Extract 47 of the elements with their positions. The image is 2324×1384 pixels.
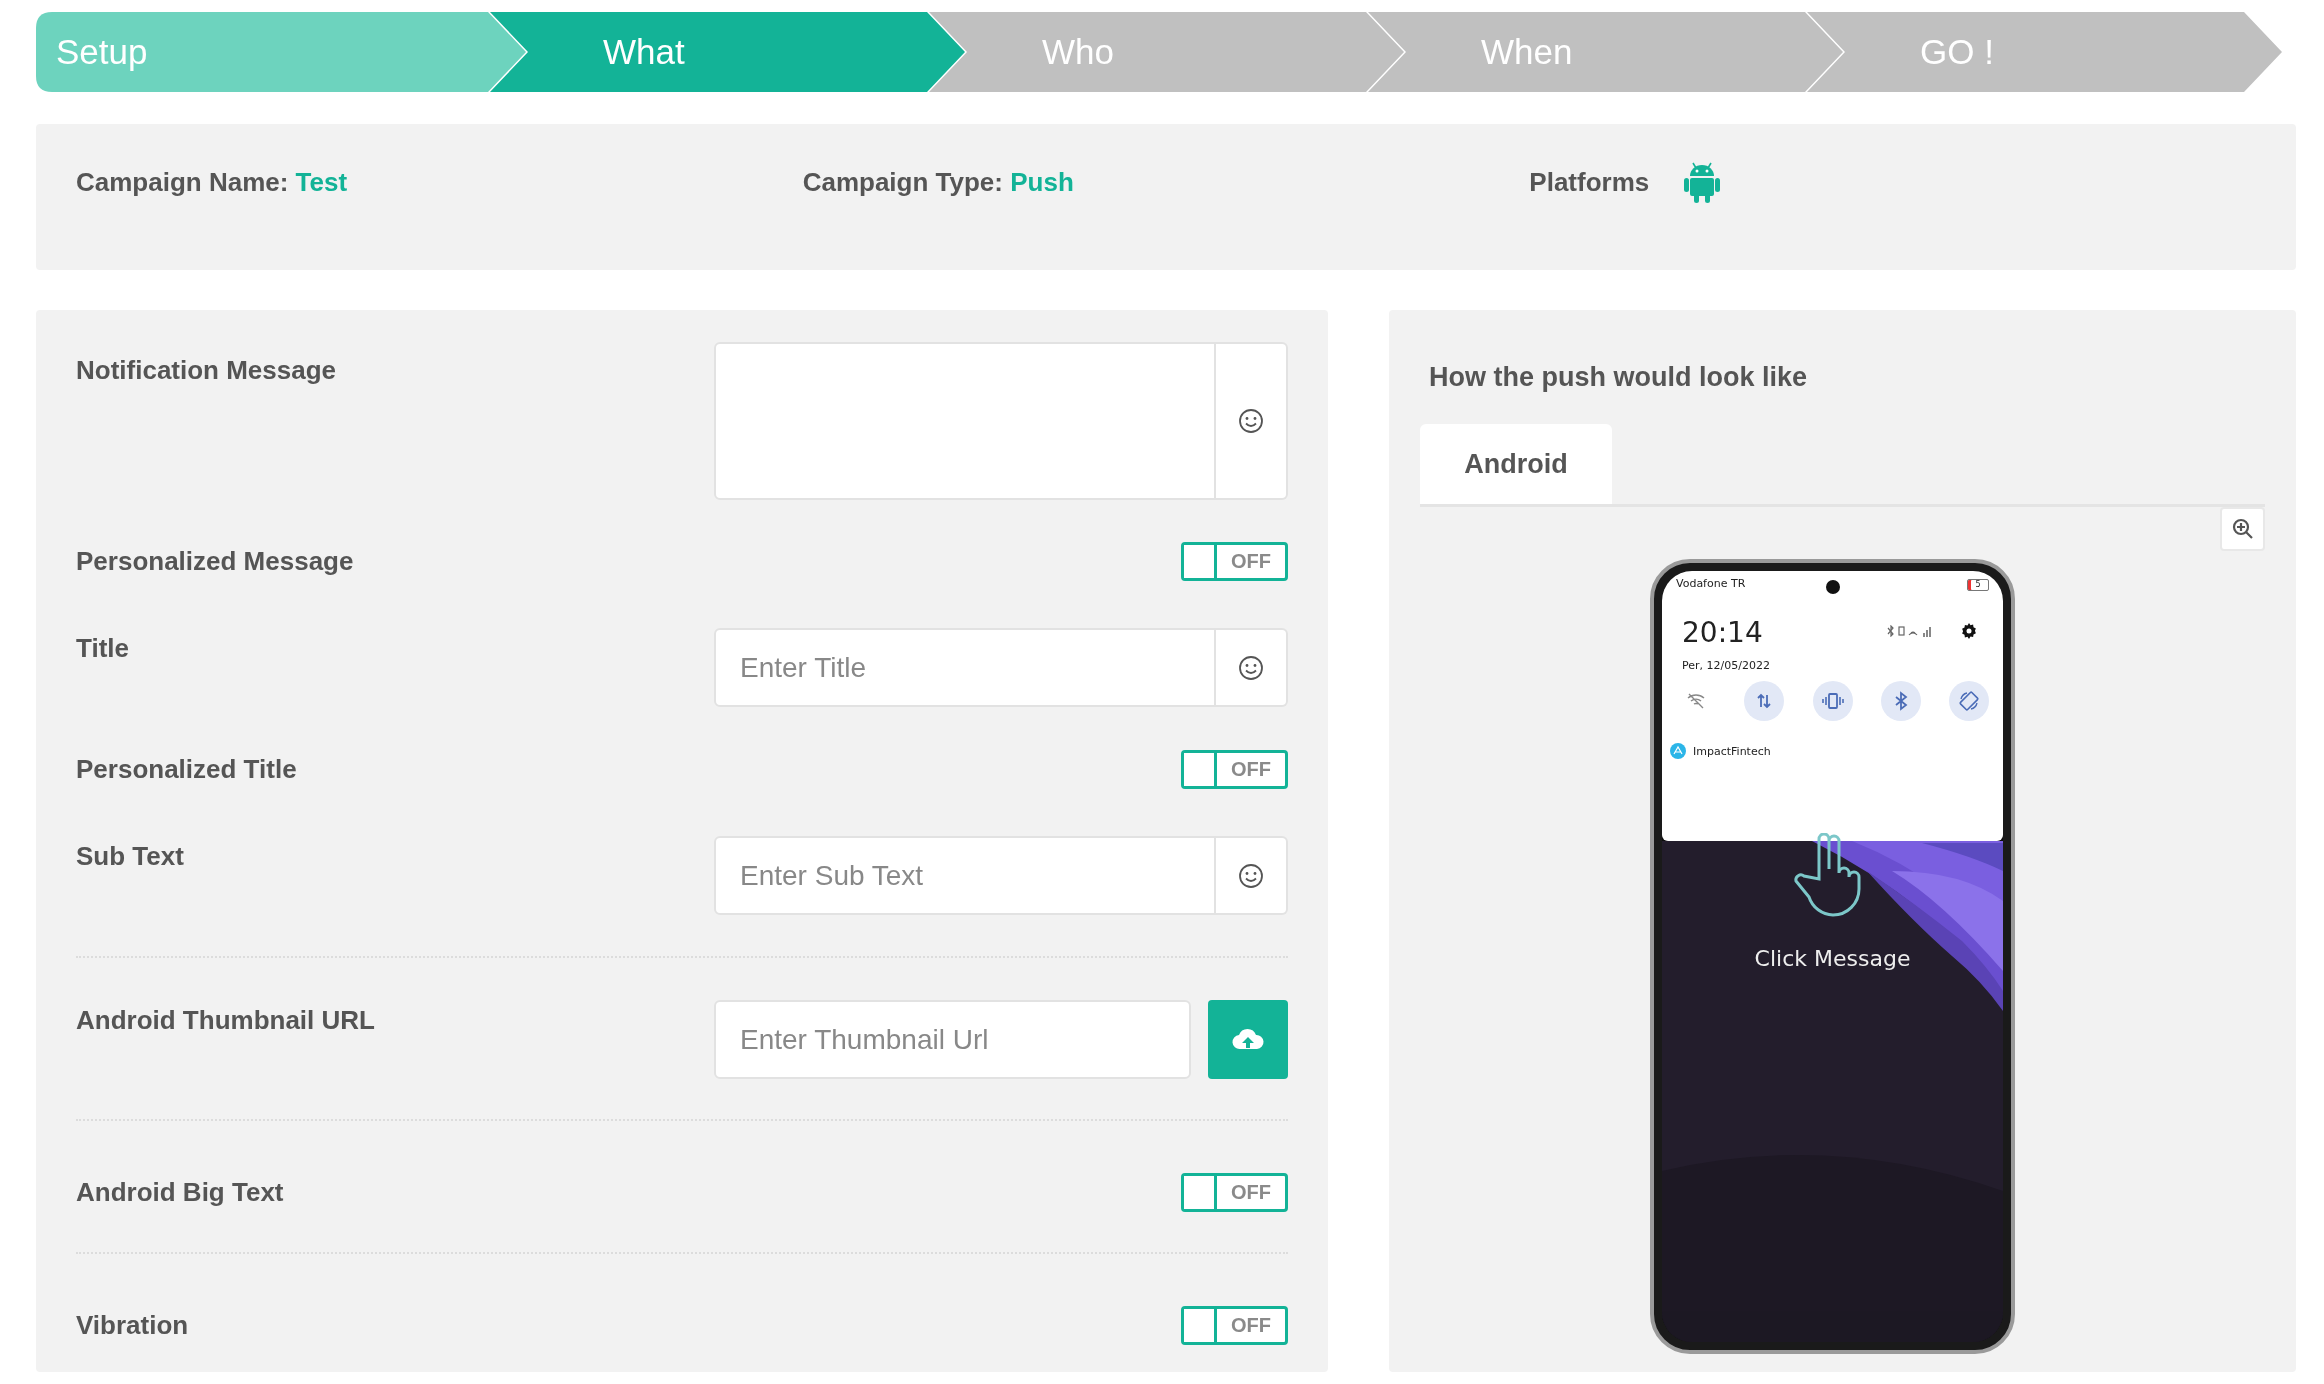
preview-title: How the push would look like [1429, 361, 1808, 394]
field-label: Notification Message [76, 354, 337, 387]
wizard-step[interactable]: What [475, 12, 914, 92]
platform-tab[interactable]: Android [1420, 424, 1612, 504]
hint-text: Click Message [1753, 946, 1912, 971]
zoom-in-icon [2231, 518, 2254, 540]
emoji-button[interactable] [1216, 836, 1288, 915]
android-icon [1683, 160, 1722, 204]
smiley-icon [1238, 862, 1264, 889]
text-field[interactable]: Enter Title [714, 628, 1216, 707]
platforms-label: Platforms [1529, 166, 1650, 198]
bluetooth-icon[interactable] [1880, 681, 1921, 721]
settings-icon[interactable] [1961, 623, 1977, 639]
message-field[interactable] [714, 342, 1216, 500]
wizard-step[interactable]: Who [914, 12, 1353, 92]
toggle-switch[interactable]: OFF [1181, 1306, 1288, 1345]
smiley-icon [1238, 654, 1264, 681]
wizard-step[interactable]: GO ! [1792, 12, 2231, 92]
summary-text: Campaign Type: Push [802, 166, 1074, 198]
field-label: Title [76, 632, 129, 665]
app-icon [1670, 743, 1686, 759]
upload-button[interactable] [1208, 1000, 1288, 1079]
summary-text: Campaign Name: Test [76, 166, 348, 198]
field-label: Personalized Message [76, 545, 354, 578]
zoom-in-button[interactable] [2220, 507, 2265, 551]
battery-icon: 5 [1967, 579, 1989, 591]
field-label: Vibration [76, 1309, 189, 1342]
text-field[interactable]: Enter Sub Text [714, 836, 1216, 915]
toggle-switch[interactable]: OFF [1181, 1173, 1288, 1212]
url-field[interactable]: Enter Thumbnail Url [714, 1000, 1191, 1079]
clock-text: 20:14 [1682, 616, 1763, 649]
camera-icon [1825, 580, 1840, 594]
field-label: Personalized Title [76, 753, 297, 786]
app-name: ImpactFintech [1693, 744, 1771, 758]
data-arrows-icon[interactable] [1744, 681, 1785, 721]
vibrate-icon[interactable] [1812, 681, 1853, 721]
field-label: Android Big Text [76, 1176, 284, 1209]
wizard-step[interactable]: When [1353, 12, 1792, 92]
smiley-icon [1238, 408, 1264, 434]
toggle-switch[interactable]: OFF [1181, 750, 1288, 789]
toggle-switch[interactable]: OFF [1181, 542, 1288, 581]
field-label: Android Thumbnail URL [76, 1004, 375, 1037]
rotate-icon[interactable] [1949, 681, 1989, 721]
emoji-button[interactable] [1216, 628, 1288, 707]
field-label: Sub Text [76, 840, 184, 873]
date-text: Per, 12/05/2022 [1682, 659, 1770, 672]
carrier-text: Vodafone TR [1676, 577, 1746, 590]
